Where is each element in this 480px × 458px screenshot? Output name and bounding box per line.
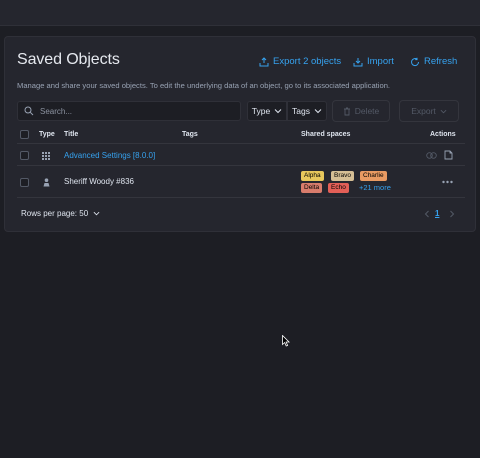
row-checkbox[interactable]: [20, 178, 29, 187]
chevron-down-icon: [274, 109, 282, 114]
export-icon: [259, 56, 269, 66]
refresh-icon: [411, 57, 420, 66]
row-divider: [17, 165, 465, 166]
export-button[interactable]: Export: [399, 100, 459, 122]
row-divider: [17, 197, 465, 198]
chevron-down-icon: [314, 109, 322, 114]
relationships-icon[interactable]: [426, 151, 437, 160]
export-all-label: Export 2 objects: [273, 56, 342, 67]
refresh-label: Refresh: [424, 56, 458, 67]
space-badge-bravo[interactable]: Bravo: [331, 171, 354, 181]
page-description: Manage and share your saved objects. To …: [17, 81, 391, 90]
chevron-right-icon[interactable]: [449, 210, 455, 218]
mouse-pointer-icon: [282, 335, 290, 347]
tags-filter-label: Tags: [292, 106, 310, 116]
page-title: Saved Objects: [17, 51, 120, 68]
chevron-left-icon[interactable]: [424, 210, 430, 218]
trash-icon: [343, 107, 350, 115]
column-header-tags: Tags: [182, 131, 198, 138]
row-title: Sheriff Woody #836: [64, 177, 134, 186]
top-bar: [0, 0, 480, 26]
search-box[interactable]: [17, 101, 241, 121]
delete-label: Delete: [354, 106, 380, 116]
column-header-title[interactable]: Title: [64, 131, 78, 138]
type-filter-button[interactable]: Type: [247, 101, 287, 121]
grid-icon: [42, 152, 50, 160]
more-actions-icon[interactable]: [442, 180, 453, 184]
tags-filter-button[interactable]: Tags: [287, 101, 327, 121]
space-badge-echo[interactable]: Echo: [328, 183, 349, 193]
export-all-button[interactable]: Export 2 objects: [259, 56, 341, 67]
column-header-type[interactable]: Type: [39, 131, 55, 138]
import-button[interactable]: Import: [353, 56, 394, 67]
space-badge-delta[interactable]: Delta: [301, 183, 323, 193]
column-header-actions: Actions: [430, 131, 456, 138]
search-input[interactable]: [40, 106, 230, 116]
row-checkbox[interactable]: [20, 151, 29, 160]
export-label: Export: [411, 106, 436, 116]
select-all-checkbox[interactable]: [20, 130, 29, 139]
chevron-down-icon: [93, 211, 100, 216]
rows-per-page-label: Rows per page: 50: [21, 209, 89, 218]
rows-per-page-button[interactable]: Rows per page: 50: [21, 209, 100, 218]
search-icon: [24, 106, 34, 116]
type-filter-label: Type: [251, 106, 271, 116]
page-1-button[interactable]: 1: [435, 209, 439, 218]
header-divider: [17, 143, 465, 144]
row-title-link[interactable]: Advanced Settings [8.0.0]: [64, 151, 155, 160]
column-header-shared-spaces: Shared spaces: [301, 131, 351, 138]
saved-objects-panel: Saved Objects Export 2 objects Import Re…: [4, 36, 476, 232]
space-badge-alpha[interactable]: Alpha: [301, 171, 324, 181]
chevron-down-icon: [440, 109, 447, 113]
delete-button[interactable]: Delete: [332, 100, 390, 122]
more-spaces-link[interactable]: +21 more: [359, 183, 391, 192]
import-label: Import: [367, 56, 394, 67]
user-icon: [43, 178, 50, 187]
import-icon: [353, 57, 363, 66]
refresh-button[interactable]: Refresh: [410, 56, 457, 67]
space-badge-charlie[interactable]: Charlie: [360, 171, 387, 181]
inspect-icon[interactable]: [444, 150, 453, 160]
